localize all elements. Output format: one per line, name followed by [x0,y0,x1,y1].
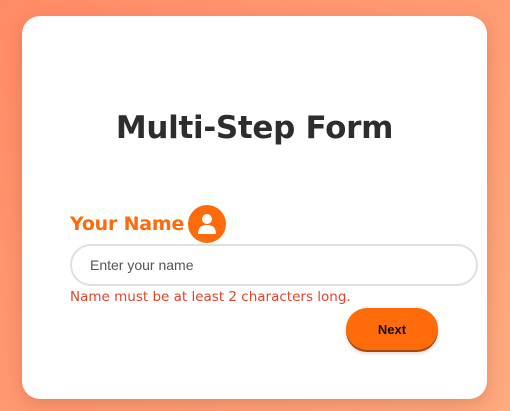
form-card: Multi-Step Form Your Name Name must be a… [22,16,487,399]
name-label-row: Your Name [70,205,227,243]
next-button[interactable]: Next [346,308,438,350]
error-message: Name must be at least 2 characters long. [70,289,351,305]
page-title: Multi-Step Form [115,110,394,146]
user-icon [188,205,227,243]
name-field-label: Your Name [70,213,185,235]
name-input[interactable] [70,244,478,286]
